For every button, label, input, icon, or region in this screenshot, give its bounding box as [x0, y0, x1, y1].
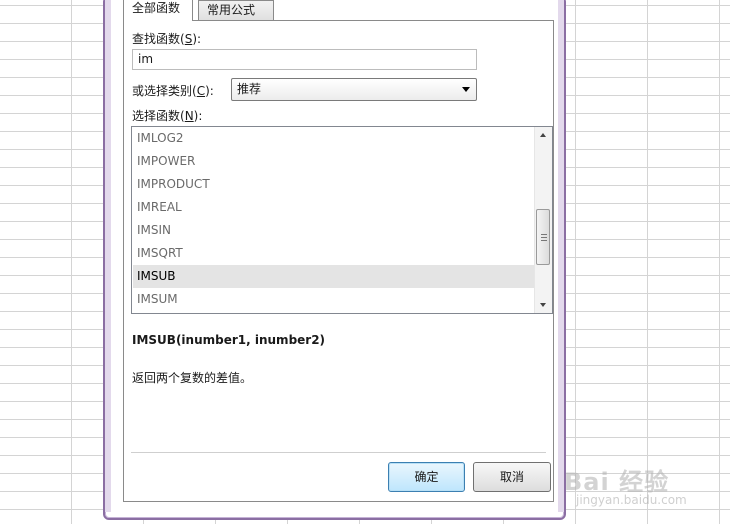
list-item-imsum[interactable]: IMSUM	[133, 288, 534, 311]
list-item-impower[interactable]: IMPOWER	[133, 150, 534, 173]
grip-line	[541, 240, 547, 241]
tab-panel: 查找函数(S): im 或选择类别(C): 推荐 选择函数(N): IMLOG2…	[123, 20, 554, 502]
category-select[interactable]: 推荐	[231, 78, 477, 101]
list-scrollbar[interactable]	[534, 127, 552, 313]
function-list[interactable]: IMLOG2 IMPOWER IMPRODUCT IMREAL IMSIN IM…	[131, 126, 553, 314]
arrow-up-icon	[540, 133, 546, 137]
cancel-button[interactable]: 取消	[473, 462, 551, 492]
insert-function-dialog: 全部函数 常用公式 查找函数(S): im 或选择类别(C): 推荐 选择函数(…	[103, 0, 566, 520]
list-item-improduct[interactable]: IMPRODUCT	[133, 173, 534, 196]
list-item-imreal[interactable]: IMREAL	[133, 196, 534, 219]
function-description: 返回两个复数的差值。	[132, 371, 253, 385]
divider	[131, 452, 546, 453]
tab-common-formulas[interactable]: 常用公式	[198, 0, 274, 20]
chevron-down-icon	[462, 87, 470, 92]
search-label: 查找函数(S):	[132, 32, 202, 46]
list-item-imsub[interactable]: IMSUB	[133, 265, 534, 288]
baidu-jingyan-watermark: Bai 经验 jingyan.baidu.com	[560, 462, 720, 517]
scroll-down-button[interactable]	[535, 296, 552, 313]
scroll-up-button[interactable]	[535, 127, 552, 144]
category-label: 或选择类别(C):	[132, 84, 214, 98]
grip-line	[541, 237, 547, 238]
function-signature: IMSUB(inumber1, inumber2)	[132, 333, 326, 347]
tab-all-functions[interactable]: 全部函数	[123, 0, 193, 21]
list-item-imsqrt[interactable]: IMSQRT	[133, 242, 534, 265]
function-list-items: IMLOG2 IMPOWER IMPRODUCT IMREAL IMSIN IM…	[133, 127, 534, 313]
arrow-down-icon	[540, 303, 546, 307]
ok-button[interactable]: 确定	[388, 462, 465, 492]
function-list-label: 选择函数(N):	[132, 109, 203, 123]
dialog-body: 全部函数 常用公式 查找函数(S): im 或选择类别(C): 推荐 选择函数(…	[111, 0, 558, 512]
list-item-imsin[interactable]: IMSIN	[133, 219, 534, 242]
watermark-brand: Bai 经验	[564, 468, 670, 496]
watermark-url: jingyan.baidu.com	[576, 493, 687, 507]
dialog-frame-right	[558, 0, 564, 512]
search-input[interactable]: im	[132, 49, 477, 70]
scroll-thumb[interactable]	[536, 209, 550, 265]
list-item-imlog2[interactable]: IMLOG2	[133, 127, 534, 150]
grip-line	[541, 234, 547, 235]
category-selected-value: 推荐	[237, 82, 262, 96]
